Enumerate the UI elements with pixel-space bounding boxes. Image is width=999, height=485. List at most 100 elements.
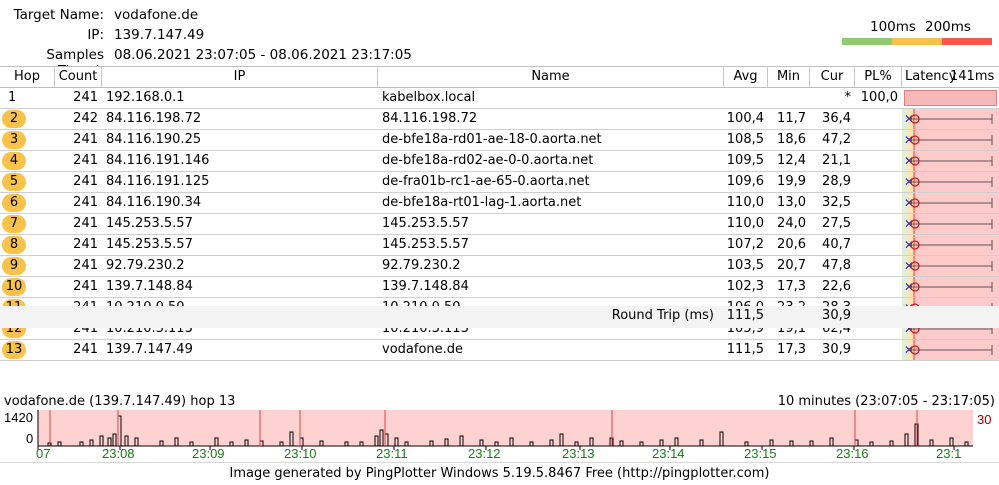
latency-mini-chart: ✕ <box>902 256 999 276</box>
name-cell: de-bfe18a-rd02-ae-0-0.aorta.net <box>382 153 594 168</box>
count-cell: 241 <box>73 342 98 357</box>
hop-cell: 7 <box>0 214 55 234</box>
avg-cell: 109,6 <box>726 174 764 189</box>
hop-number-badge: 4 <box>2 152 26 170</box>
graph-header: vodafone.de (139.7.147.49) hop 13 10 min… <box>0 394 999 410</box>
min-cell: 17,3 <box>777 279 806 294</box>
count-cell: 241 <box>73 153 98 168</box>
ip-cell: 84.116.190.25 <box>106 132 202 147</box>
table-row[interactable]: 5 241 84.116.191.125 de-fra01b-rc1-ae-65… <box>0 172 999 193</box>
min-cell: 18,6 <box>777 132 806 147</box>
avg-cell <box>724 88 768 108</box>
cur-cell: * <box>844 90 852 105</box>
col-hop[interactable]: Hop <box>0 67 55 87</box>
table-row[interactable]: 10 241 139.7.148.84 139.7.148.84 102,3 1… <box>0 277 999 298</box>
name-cell: 92.79.230.2 <box>382 258 461 273</box>
table-row[interactable]: 7 241 145.253.5.57 145.253.5.57 110,0 24… <box>0 214 999 235</box>
x-tick-label: 23:12 <box>468 446 501 460</box>
y-axis-top-label: 1420 <box>4 410 33 425</box>
ip-label: IP: <box>87 27 104 43</box>
ip-cell: 84.116.190.34 <box>106 195 202 210</box>
count-cell: 241 <box>73 90 98 105</box>
min-cell: 13,0 <box>777 195 806 210</box>
avg-cell: 102,3 <box>726 279 764 294</box>
table-row[interactable]: 3 241 84.116.190.25 de-bfe18a-rd01-ae-18… <box>0 130 999 151</box>
x-tick-label: 23:1 <box>936 446 961 460</box>
count-cell: 241 <box>73 216 98 231</box>
pl-cell <box>855 172 902 192</box>
pl-cell <box>855 235 902 255</box>
x-tick-label: 07 <box>36 446 50 460</box>
hop-cell: 3 <box>0 130 55 150</box>
hop-number-badge: 10 <box>2 278 26 296</box>
avg-cell: 110,0 <box>726 216 764 231</box>
name-cell: vodafone.de <box>382 342 464 357</box>
round-trip-label: Round Trip (ms) <box>611 308 714 323</box>
col-min[interactable]: Min <box>768 67 810 87</box>
col-pl[interactable]: PL% <box>855 67 902 87</box>
min-cell: 19,9 <box>777 174 806 189</box>
col-name[interactable]: Name <box>378 67 724 87</box>
avg-cell: 109,5 <box>726 153 764 168</box>
count-cell: 241 <box>73 195 98 210</box>
count-cell: 242 <box>73 111 98 126</box>
svg-text:✕: ✕ <box>904 175 914 189</box>
hop-number-badge: 9 <box>2 257 26 275</box>
x-tick-label: 23:09 <box>192 446 225 460</box>
ip-value: 139.7.147.49 <box>114 27 205 43</box>
col-latency[interactable]: Latency 141ms <box>902 67 999 87</box>
cur-cell: 47,2 <box>822 132 851 147</box>
graph-title: vodafone.de (139.7.147.49) hop 13 <box>4 394 236 409</box>
name-cell: 145.253.5.57 <box>382 216 469 231</box>
x-tick-label: 23:13 <box>562 446 595 460</box>
footer-credit: Image generated by PingPlotter Windows 5… <box>0 462 999 485</box>
table-row[interactable]: 6 241 84.116.190.34 de-bfe18a-rt01-lag-1… <box>0 193 999 214</box>
latency-graph-cell: ✕ <box>902 130 999 150</box>
avg-cell: 110,0 <box>726 195 764 210</box>
min-cell: 12,4 <box>777 153 806 168</box>
latency-label: Latency <box>905 69 957 84</box>
table-row[interactable]: 4 241 84.116.191.146 de-bfe18a-rd02-ae-0… <box>0 151 999 172</box>
table-row[interactable]: 9 241 92.79.230.2 92.79.230.2 103,5 20,7… <box>0 256 999 277</box>
latency-mini-chart: ✕ <box>902 109 999 129</box>
col-ip[interactable]: IP <box>102 67 378 87</box>
count-cell: 241 <box>73 174 98 189</box>
count-cell: 241 <box>73 237 98 252</box>
timeline-graph[interactable]: 1420 0 30 07 23:08 23:09 23:10 23:11 23:12 23:… <box>0 410 999 460</box>
min-cell: 11,7 <box>777 111 806 126</box>
latency-mini-chart: ✕ <box>902 130 999 150</box>
col-avg[interactable]: Avg <box>724 67 768 87</box>
table-row[interactable]: 1 241 192.168.0.1 kabelbox.local * 100,0 <box>0 88 999 109</box>
hop-cell: 8 <box>0 235 55 255</box>
name-cell: de-fra01b-rc1-ae-65-0.aorta.net <box>382 174 590 189</box>
graph-right-label: 30 <box>977 412 991 427</box>
col-count[interactable]: Count <box>55 67 102 87</box>
legend-bar-warn <box>892 38 942 45</box>
target-info-header: Target Name: vodafone.de IP: 139.7.147.4… <box>0 0 999 79</box>
hop-cell: 2 <box>0 109 55 129</box>
svg-text:✕: ✕ <box>904 154 914 168</box>
hop-cell: 13 <box>0 340 55 360</box>
cur-cell: 36,4 <box>822 111 851 126</box>
latency-graph-cell: ✕ <box>902 151 999 171</box>
min-cell: 20,6 <box>777 237 806 252</box>
latency-mini-chart: ✕ <box>902 340 999 360</box>
table-row[interactable]: 8 241 145.253.5.57 145.253.5.57 107,2 20… <box>0 235 999 256</box>
col-cur[interactable]: Cur <box>810 67 855 87</box>
avg-cell: 107,2 <box>726 237 764 252</box>
name-cell: 139.7.148.84 <box>382 279 469 294</box>
name-cell: de-bfe18a-rd01-ae-18-0.aorta.net <box>382 132 602 147</box>
table-row[interactable]: 2 242 84.116.198.72 84.116.198.72 100,4 … <box>0 109 999 130</box>
latency-mini-chart: ✕ <box>902 235 999 255</box>
hop-number-badge: 7 <box>2 215 26 233</box>
svg-text:✕: ✕ <box>904 196 914 210</box>
avg-cell: 100,4 <box>726 111 764 126</box>
hop-number-badge: 6 <box>2 194 26 212</box>
latency-mini-chart: ✕ <box>902 193 999 213</box>
ip-cell: 145.253.5.57 <box>106 216 193 231</box>
cur-cell: 22,6 <box>822 279 851 294</box>
x-tick-label: 23:15 <box>744 446 777 460</box>
svg-text:✕: ✕ <box>904 238 914 252</box>
latency-graph-cell <box>902 88 999 108</box>
table-row[interactable]: 13 241 139.7.147.49 vodafone.de 111,5 17… <box>0 340 999 361</box>
